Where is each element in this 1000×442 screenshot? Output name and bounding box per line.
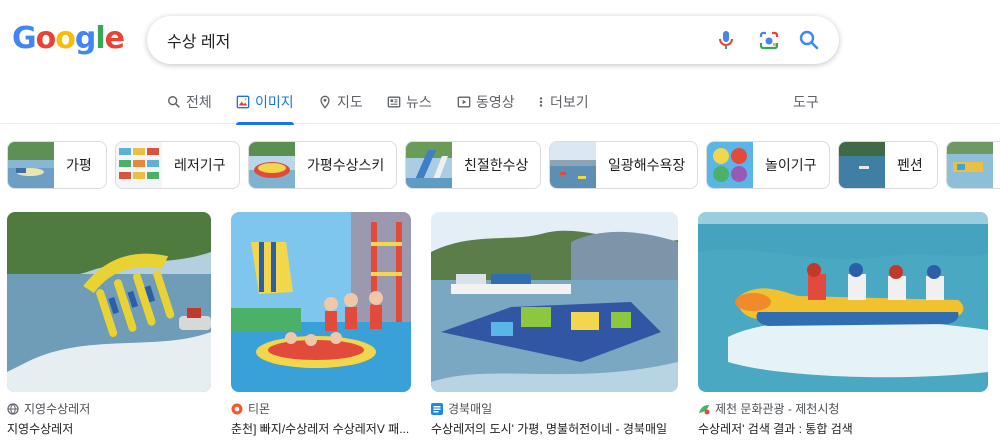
result-source[interactable]: 경북매일 (431, 400, 678, 417)
tools-label: 도구 (793, 94, 819, 110)
tab-label: 전체 (186, 94, 212, 110)
chip-label: 레저기구 (174, 157, 226, 173)
chip-gapyeong-waterski[interactable]: 가평수상스키 (248, 141, 397, 189)
tmon-favicon-icon (231, 403, 243, 414)
chip-gapyeong[interactable]: 가평 (7, 141, 107, 189)
location-pin-icon (320, 95, 330, 109)
chip-ilgwang-beach[interactable]: 일광해수욕장 (549, 141, 698, 189)
tab-maps[interactable]: 지도 (318, 80, 363, 124)
result-image[interactable] (231, 212, 411, 392)
image-result[interactable] (231, 212, 411, 392)
logo-letter: g (74, 21, 97, 56)
chip-thumbnail (947, 142, 993, 188)
chip-label: 가평 (66, 157, 92, 173)
chip-label: 친절한수상 (464, 157, 529, 173)
image-result[interactable] (431, 212, 678, 392)
microphone-icon[interactable] (714, 28, 738, 52)
result-caption[interactable]: 수상레저의 도시' 가평, 명불허전이네 - 경북매일 (431, 420, 678, 437)
result-image[interactable] (7, 212, 211, 392)
kbmaeil-favicon-icon (431, 402, 443, 415)
result-source-label: 티몬 (248, 402, 271, 416)
chip-thumbnail (406, 142, 452, 188)
chip-label: 일광해수욕장 (608, 157, 686, 173)
chip-friendly-water[interactable]: 친절한수상 (405, 141, 541, 189)
camera-lens-icon[interactable] (757, 28, 781, 52)
chip-label: 펜션 (897, 157, 923, 173)
image-result[interactable] (7, 212, 211, 392)
chip-label: 놀이기구 (765, 157, 817, 173)
globe-icon (7, 402, 19, 415)
tab-label: 뉴스 (406, 94, 432, 110)
result-caption[interactable]: 수상레저' 검색 결과 : 통합 검색 (698, 420, 988, 437)
chip-thumbnail (116, 142, 162, 188)
more-vert-icon (539, 97, 543, 107)
google-logo[interactable]: Google (12, 21, 125, 56)
search-tabs: 전체 이미지 지도 뉴스 동영상 더보기 도구 (0, 80, 1000, 125)
chip-label: 가평수상스키 (307, 157, 385, 173)
related-chips-bar: 가평 레저기구 가평수상스키 친절한수상 일광해수욕장 놀이기구 펜션 (0, 141, 1000, 189)
image-result[interactable] (698, 212, 988, 392)
search-box (147, 16, 839, 64)
result-source[interactable]: 티몬 (231, 400, 411, 417)
chip-pension[interactable]: 펜션 (838, 141, 938, 189)
image-icon (236, 95, 250, 109)
logo-letter: o (35, 21, 57, 56)
tab-label: 이미지 (255, 94, 294, 110)
chip-thumbnail (550, 142, 596, 188)
result-image[interactable] (698, 212, 988, 392)
tab-label: 지도 (337, 94, 363, 110)
chip-rides[interactable]: 놀이기구 (706, 141, 830, 189)
tools-button[interactable]: 도구 (793, 80, 819, 124)
result-source-label: 제천 문화관광 - 제천시청 (715, 402, 840, 416)
news-icon (387, 96, 401, 108)
tab-news[interactable]: 뉴스 (387, 80, 432, 124)
tab-images[interactable]: 이미지 (236, 80, 294, 125)
result-source-label: 경북매일 (448, 402, 493, 416)
tab-label: 동영상 (476, 94, 515, 110)
tab-more[interactable]: 더보기 (537, 80, 589, 124)
result-image[interactable] (431, 212, 678, 392)
result-caption[interactable]: 춘천] 빠지/수상레저 수상레저V 패... (231, 420, 411, 437)
logo-letter: G (12, 21, 37, 56)
logo-letter: l (95, 21, 105, 56)
result-source[interactable]: 지영수상레저 (7, 400, 211, 417)
tab-videos[interactable]: 동영상 (457, 80, 515, 124)
search-icon[interactable] (797, 28, 821, 52)
chip-thumbnail (249, 142, 295, 188)
jecheon-favicon-icon (699, 404, 710, 414)
result-source-label: 지영수상레저 (24, 402, 91, 416)
tab-all[interactable]: 전체 (167, 80, 212, 124)
result-source[interactable]: 제천 문화관광 - 제천시청 (698, 400, 988, 417)
chip-thumbnail (839, 142, 885, 188)
result-caption[interactable]: 지영수상레저 (7, 420, 211, 437)
logo-letter: e (104, 21, 125, 56)
chip-thumbnail (707, 142, 753, 188)
tab-label: 더보기 (550, 94, 589, 110)
chip-leisure-equipment[interactable]: 레저기구 (115, 141, 240, 189)
logo-letter: o (55, 21, 76, 56)
chip-overflow[interactable] (946, 141, 1000, 189)
video-icon (457, 96, 471, 108)
search-input[interactable] (167, 16, 687, 64)
search-icon (168, 96, 180, 108)
chip-thumbnail (8, 142, 54, 188)
